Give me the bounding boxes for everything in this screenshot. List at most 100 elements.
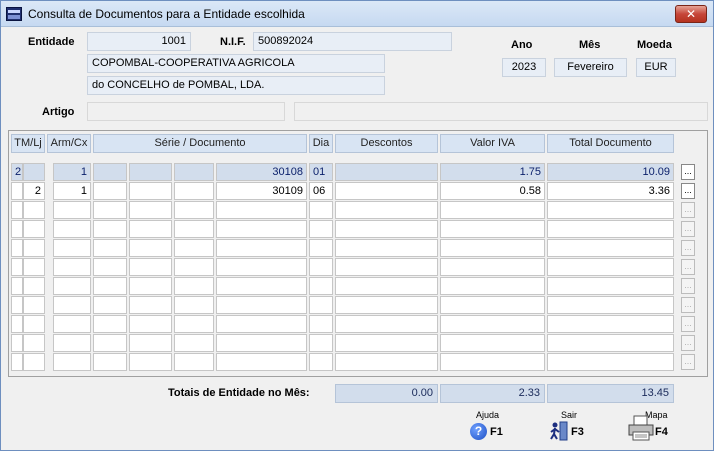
help-button[interactable]: Ajuda ? F1 [467, 409, 527, 445]
cell-tm[interactable] [11, 258, 23, 276]
cell-s1[interactable] [93, 220, 127, 238]
cell-tm[interactable] [11, 353, 23, 371]
cell-doc[interactable] [216, 258, 307, 276]
cell-lj[interactable] [23, 201, 45, 219]
close-button[interactable]: ✕ [675, 5, 707, 23]
cell-arm[interactable] [53, 201, 91, 219]
cell-s2[interactable] [129, 353, 172, 371]
cell-desc[interactable] [335, 182, 438, 200]
cell-s2[interactable] [129, 239, 172, 257]
mes-field[interactable]: Fevereiro [554, 58, 627, 77]
cell-s1[interactable] [93, 182, 127, 200]
row-detail-button[interactable]: ... [681, 354, 695, 370]
nif-field[interactable]: 500892024 [253, 32, 452, 51]
cell-total[interactable] [547, 296, 674, 314]
cell-arm[interactable] [53, 296, 91, 314]
ano-field[interactable]: 2023 [502, 58, 546, 77]
title-bar[interactable]: Consulta de Documentos para a Entidade e… [1, 1, 713, 27]
cell-dia[interactable]: 01 [309, 163, 333, 181]
cell-lj[interactable] [23, 258, 45, 276]
cell-dia[interactable] [309, 296, 333, 314]
cell-doc[interactable] [216, 315, 307, 333]
cell-dia[interactable] [309, 201, 333, 219]
cell-tm[interactable]: 2 [11, 163, 23, 181]
cell-tm[interactable] [11, 277, 23, 295]
cell-doc[interactable] [216, 334, 307, 352]
cell-desc[interactable] [335, 220, 438, 238]
row-detail-button[interactable]: ... [681, 316, 695, 332]
cell-lj[interactable] [23, 220, 45, 238]
cell-iva[interactable] [440, 277, 545, 295]
cell-tm[interactable] [11, 296, 23, 314]
cell-s2[interactable] [129, 182, 172, 200]
row-detail-button[interactable]: ... [681, 202, 695, 218]
cell-s2[interactable] [129, 277, 172, 295]
cell-doc[interactable] [216, 239, 307, 257]
cell-s1[interactable] [93, 353, 127, 371]
cell-total[interactable] [547, 277, 674, 295]
cell-s1[interactable] [93, 163, 127, 181]
cell-iva[interactable] [440, 258, 545, 276]
cell-total[interactable]: 10.09 [547, 163, 674, 181]
cell-lj[interactable] [23, 296, 45, 314]
cell-s3[interactable] [174, 296, 214, 314]
cell-iva[interactable] [440, 201, 545, 219]
cell-dia[interactable] [309, 258, 333, 276]
cell-total[interactable] [547, 258, 674, 276]
cell-s2[interactable] [129, 163, 172, 181]
moeda-field[interactable]: EUR [636, 58, 676, 77]
cell-s1[interactable] [93, 315, 127, 333]
cell-dia[interactable] [309, 353, 333, 371]
cell-total[interactable] [547, 201, 674, 219]
artigo-field[interactable] [87, 102, 285, 121]
cell-desc[interactable] [335, 239, 438, 257]
cell-arm[interactable]: 1 [53, 182, 91, 200]
cell-iva[interactable] [440, 315, 545, 333]
cell-s2[interactable] [129, 296, 172, 314]
cell-doc[interactable] [216, 277, 307, 295]
cell-s3[interactable] [174, 334, 214, 352]
cell-s3[interactable] [174, 315, 214, 333]
cell-lj[interactable] [23, 163, 45, 181]
cell-total[interactable]: 3.36 [547, 182, 674, 200]
cell-total[interactable] [547, 353, 674, 371]
cell-iva[interactable] [440, 239, 545, 257]
cell-total[interactable] [547, 315, 674, 333]
row-detail-button[interactable]: ... [681, 335, 695, 351]
row-detail-button[interactable]: ... [681, 183, 695, 199]
cell-arm[interactable] [53, 277, 91, 295]
cell-s1[interactable] [93, 296, 127, 314]
cell-iva[interactable] [440, 296, 545, 314]
cell-s1[interactable] [93, 334, 127, 352]
cell-dia[interactable] [309, 315, 333, 333]
cell-dia[interactable] [309, 239, 333, 257]
cell-desc[interactable] [335, 277, 438, 295]
cell-tm[interactable] [11, 315, 23, 333]
exit-button[interactable]: Sair F3 [547, 409, 607, 445]
cell-arm[interactable] [53, 353, 91, 371]
cell-arm[interactable] [53, 258, 91, 276]
row-detail-button[interactable]: ... [681, 240, 695, 256]
cell-arm[interactable] [53, 334, 91, 352]
cell-s3[interactable] [174, 201, 214, 219]
cell-tm[interactable] [11, 220, 23, 238]
entidade-field[interactable]: 1001 [87, 32, 191, 51]
cell-s1[interactable] [93, 277, 127, 295]
cell-s3[interactable] [174, 163, 214, 181]
cell-tm[interactable] [11, 239, 23, 257]
cell-s2[interactable] [129, 315, 172, 333]
cell-s3[interactable] [174, 239, 214, 257]
row-detail-button[interactable]: ... [681, 164, 695, 180]
cell-desc[interactable] [335, 334, 438, 352]
cell-s1[interactable] [93, 258, 127, 276]
cell-desc[interactable] [335, 201, 438, 219]
cell-iva[interactable] [440, 334, 545, 352]
cell-desc[interactable] [335, 353, 438, 371]
map-button[interactable]: Mapa F4 [627, 409, 687, 445]
cell-doc[interactable] [216, 220, 307, 238]
cell-desc[interactable] [335, 315, 438, 333]
cell-dia[interactable] [309, 220, 333, 238]
cell-dia[interactable]: 06 [309, 182, 333, 200]
row-detail-button[interactable]: ... [681, 221, 695, 237]
cell-lj[interactable]: 2 [23, 182, 45, 200]
